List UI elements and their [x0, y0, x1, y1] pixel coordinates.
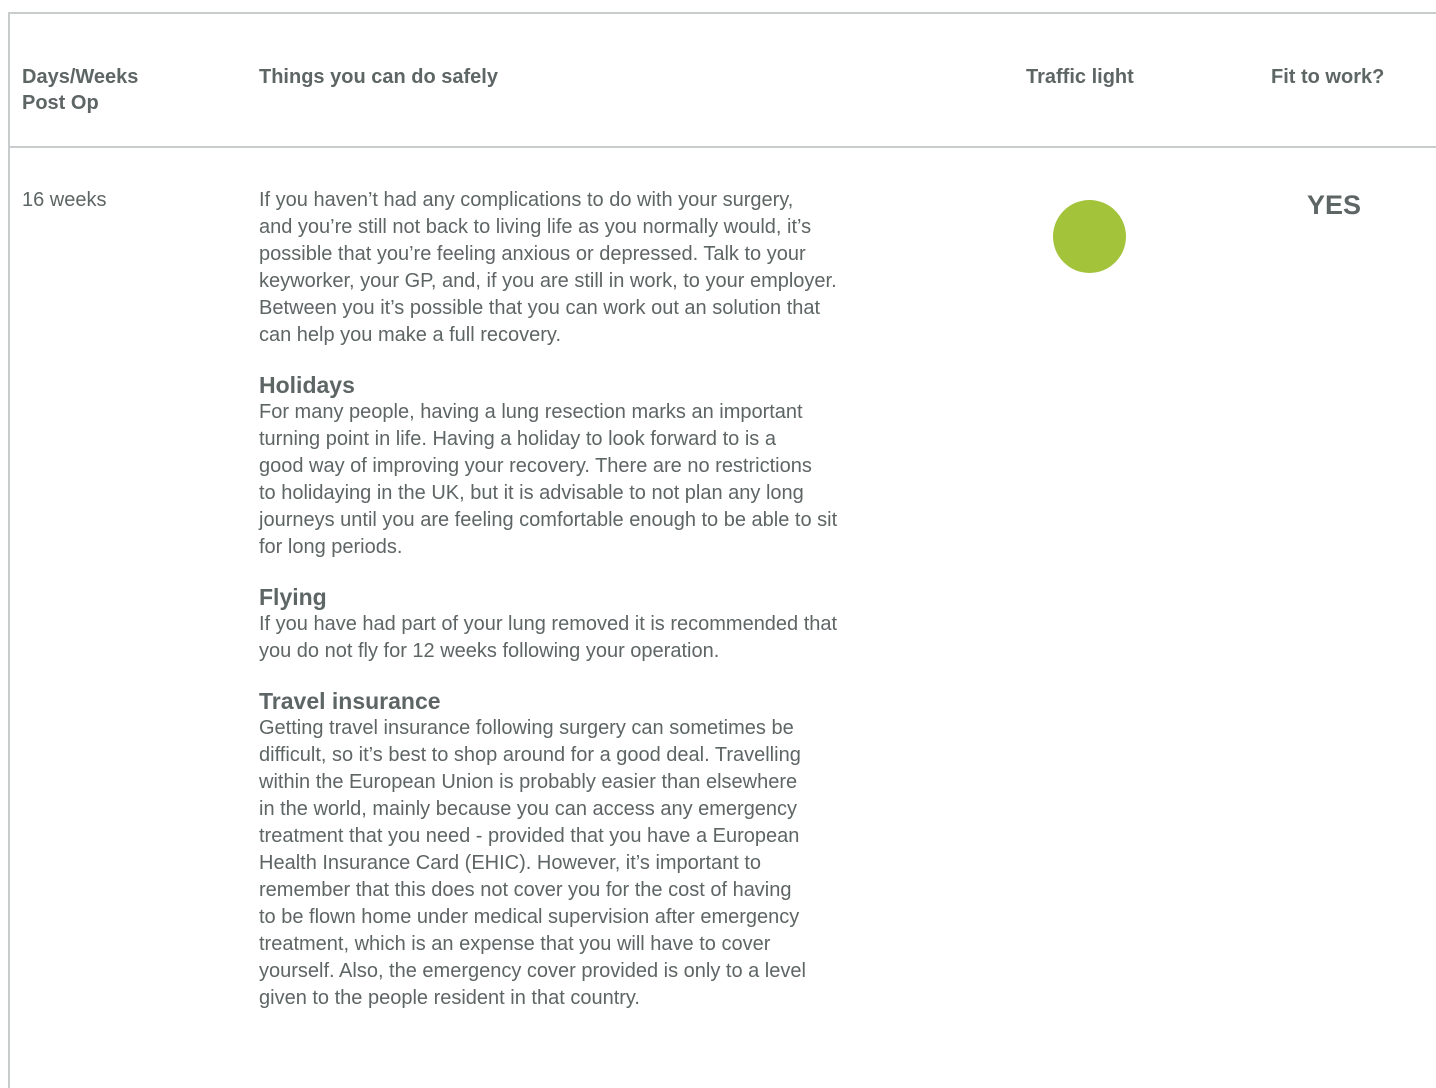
section-text-holidays: For many people, having a lung resection… [259, 401, 838, 558]
fit-to-work-value: YES [1307, 190, 1362, 220]
header-fit-to-work: Fit to work? [1271, 66, 1385, 88]
row-days-cell: 16 weeks [22, 189, 107, 211]
header-things-you-can-do: Things you can do safely [259, 66, 498, 88]
table-header-row: Days/Weeks Post Op Things you can do saf… [10, 14, 1436, 148]
section-heading-flying: Flying [259, 584, 327, 610]
section-heading-holidays: Holidays [259, 372, 355, 398]
section-heading-travel-insurance: Travel insurance [259, 688, 441, 714]
header-days-weeks: Days/Weeks Post Op [22, 66, 139, 114]
intro-paragraph: If you haven’t had any complications to … [259, 189, 837, 346]
section-text-travel-insurance: Getting travel insurance following surge… [259, 717, 806, 1009]
row-content-cell: If you haven’t had any complications to … [259, 187, 939, 1012]
traffic-light-green-icon [1053, 200, 1126, 273]
section-text-flying: If you have had part of your lung remove… [259, 613, 838, 662]
header-traffic-light: Traffic light [1026, 66, 1134, 88]
